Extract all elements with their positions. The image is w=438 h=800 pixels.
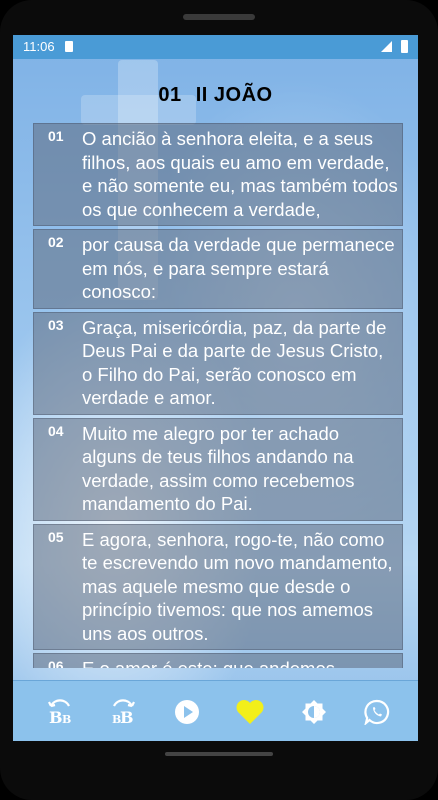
brightness-icon <box>302 700 326 724</box>
verse-item[interactable]: 01 O ancião à senhora eleita, e a seus f… <box>33 123 403 226</box>
phone-frame: 11:06 01 II JOÃO 01 O ancião à senhora e… <box>0 0 438 800</box>
play-icon <box>175 700 199 724</box>
verse-text: Graça, misericórdia, paz, da parte de De… <box>82 316 387 409</box>
brightness-button[interactable] <box>297 695 331 729</box>
verse-item[interactable]: 05 E agora, senhora, rogo-te, não como t… <box>33 523 403 650</box>
status-bar: 11:06 <box>13 35 418 59</box>
verse-text: E o amor é este: que andemos <box>82 657 398 668</box>
heart-icon <box>236 700 264 724</box>
whatsapp-share-button[interactable] <box>360 695 394 729</box>
font-decrease-button[interactable]: B B <box>43 695 77 729</box>
svg-text:B: B <box>120 708 134 727</box>
page-title: 01 II JOÃO <box>13 84 418 107</box>
verse-number: 04 <box>48 422 64 439</box>
verse-number: 05 <box>48 528 64 545</box>
verse-item[interactable]: 02 por causa da verdade que permanece em… <box>33 229 403 309</box>
verse-text: O ancião à senhora eleita, e a seus filh… <box>82 128 398 220</box>
sd-card-icon <box>65 41 73 52</box>
verse-text: por causa da verdade que permanece em nó… <box>82 234 395 302</box>
verse-item[interactable]: 06 E o amor é este: que andemos <box>33 653 403 668</box>
bottom-toolbar: B B B B <box>13 680 418 741</box>
signal-icon <box>381 41 392 52</box>
play-button[interactable] <box>170 695 204 729</box>
status-time: 11:06 <box>23 39 55 54</box>
verse-number: 06 <box>48 658 64 668</box>
verse-number: 03 <box>48 316 64 333</box>
font-increase-icon: B B <box>112 699 135 727</box>
verse-item[interactable]: 04 Muito me alegro por ter achado alguns… <box>33 417 403 521</box>
favorite-button[interactable] <box>233 695 267 729</box>
verse-text: E agora, senhora, rogo-te, não como te e… <box>82 528 393 644</box>
chapter-number: 01 <box>158 84 182 106</box>
app-screen: 11:06 01 II JOÃO 01 O ancião à senhora e… <box>13 35 418 741</box>
home-indicator[interactable] <box>165 752 273 756</box>
battery-icon <box>401 40 408 53</box>
verse-item[interactable]: 03 Graça, misericórdia, paz, da parte de… <box>33 311 403 415</box>
svg-text:B: B <box>62 713 71 726</box>
verse-number: 02 <box>48 234 64 250</box>
font-increase-button[interactable]: B B <box>106 695 140 729</box>
font-decrease-icon: B B <box>48 699 71 727</box>
phone-speaker <box>183 14 255 20</box>
book-name: II JOÃO <box>195 84 273 106</box>
svg-text:B: B <box>49 708 63 727</box>
verse-text: Muito me alegro por ter achado alguns de… <box>82 422 355 515</box>
verse-number: 01 <box>48 128 64 144</box>
verse-list[interactable]: 01 O ancião à senhora eleita, e a seus f… <box>33 123 403 668</box>
whatsapp-icon <box>364 699 390 725</box>
